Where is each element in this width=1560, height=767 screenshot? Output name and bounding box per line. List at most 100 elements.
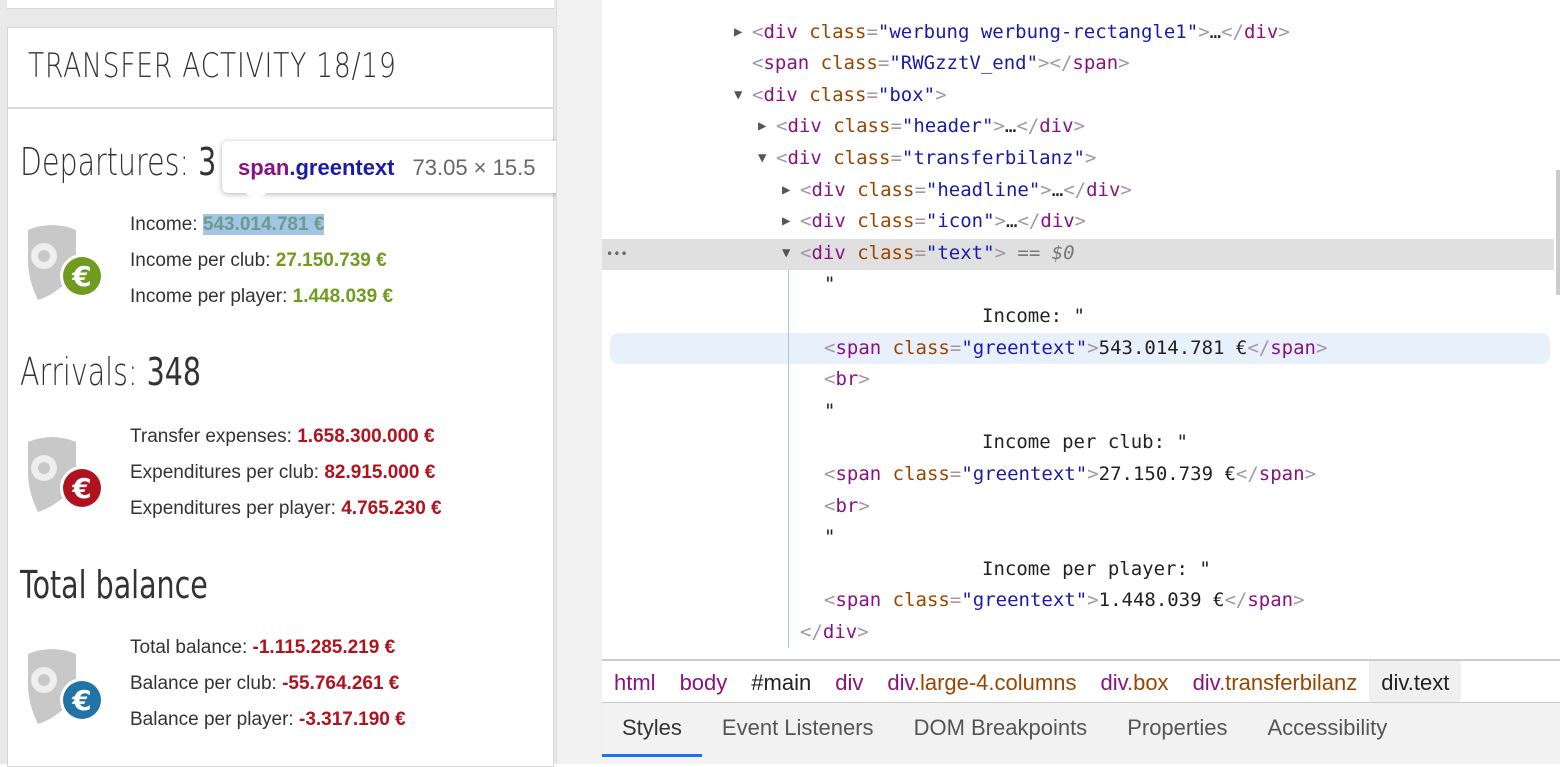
row-value: -1.115.285.219 € (252, 637, 396, 658)
row-value: 82.915.000 € (324, 462, 436, 483)
breadcrumb-item[interactable]: html (602, 661, 668, 702)
dom-node-line[interactable]: <span class="greentext">543.014.781 €</s… (824, 333, 1327, 363)
breadcrumb: html body #main div div.large-4.columns div.b… (602, 659, 1560, 703)
node-text: <div class="icon">…</div> (800, 210, 1087, 233)
dom-node-line[interactable]: Income per player: " (982, 554, 1211, 584)
row-value: 1.448.039 € (292, 286, 394, 307)
expand-triangle-icon[interactable]: ▶ (758, 111, 766, 141)
tab-styles[interactable]: Styles (602, 703, 702, 757)
node-text: <div class="box"> (752, 83, 947, 106)
departures-count: 3 (198, 140, 217, 184)
dom-node-line[interactable]: <br> (824, 364, 870, 394)
node-text: " (824, 273, 836, 296)
balance-stats: Total balance: -1.115.285.219 € Balance … (130, 630, 406, 738)
row-label: Total balance: (130, 637, 253, 658)
tab-properties[interactable]: Properties (1107, 703, 1247, 764)
node-text: <br> (824, 368, 870, 391)
tab-accessibility[interactable]: Accessibility (1247, 703, 1407, 764)
income-shield-icon: € (28, 225, 102, 300)
row-label: Income per player: (130, 286, 293, 307)
balance-per-player-row: Balance per player: -3.317.190 € (130, 702, 406, 738)
arrivals-label: Arrivals: (20, 350, 147, 394)
node-text: <span class="greentext">1.448.039 €</spa… (824, 589, 1305, 612)
dom-node-line[interactable]: ▶ <div class="header">…</div> (758, 111, 1085, 141)
selected-node-row[interactable] (602, 239, 1554, 270)
departures-stats: Income: 543.014.781 € Income per club: 2… (130, 207, 393, 315)
income-per-player-row: Income per player: 1.448.039 € (130, 279, 393, 315)
selected-node-marker: == $0 (1005, 241, 1075, 264)
node-text: <div class="text"> (800, 241, 1006, 264)
expenditures-per-player-row: Expenditures per player: 4.765.230 € (130, 491, 442, 527)
row-value: 1.658.300.000 € (297, 426, 435, 447)
row-label: Expenditures per club: (130, 462, 325, 483)
income-row: Income: 543.014.781 € (130, 207, 393, 243)
dom-node-line[interactable]: <span class="greentext">27.150.739 €</sp… (824, 459, 1316, 489)
dom-node-line[interactable]: Income: " (982, 301, 1085, 331)
expand-triangle-icon[interactable]: ▶ (782, 175, 790, 205)
row-value: -3.317.190 € (299, 709, 406, 730)
page-scroll-gutter (556, 0, 602, 764)
webpage-panel: TRANSFER ACTIVITY 18/19 Departures: 3 € … (0, 0, 592, 767)
node-text: Income per player: " (982, 557, 1211, 580)
breadcrumb-item[interactable]: body (668, 661, 740, 702)
dom-node-line[interactable]: " (824, 522, 835, 552)
svg-text:€: € (71, 472, 91, 505)
breadcrumb-item[interactable]: div.box (1088, 661, 1180, 702)
departures-headline: Departures: 3 (20, 140, 216, 184)
row-label: Balance per club: (130, 673, 283, 694)
income-value: 543.014.781 € (202, 214, 325, 235)
dom-node-line[interactable]: <span class="greentext">1.448.039 €</spa… (824, 585, 1305, 615)
node-text: <div class="headline">…</div> (800, 178, 1132, 201)
node-text: <div class="header">…</div> (776, 115, 1085, 138)
expand-triangle-icon[interactable]: ▶ (782, 206, 790, 236)
dom-node-line[interactable]: ▼ <div class="text"> == $0 (782, 238, 1075, 268)
transfer-expenses-row: Transfer expenses: 1.658.300.000 € (130, 419, 442, 455)
node-text: Income: " (982, 305, 1085, 327)
dom-node-line[interactable]: ▶ <div class="icon">…</div> (782, 206, 1087, 236)
tab-dom-breakpoints[interactable]: DOM Breakpoints (894, 703, 1108, 764)
breadcrumb-item[interactable]: div.large-4.columns (875, 661, 1088, 702)
breadcrumb-item[interactable]: div.transferbilanz (1181, 661, 1370, 702)
row-menu-ellipsis[interactable]: ••• (606, 239, 628, 269)
tooltip-dimensions: 73.05 × 15.5 (412, 155, 536, 180)
inspect-tooltip: span.greentext 73.05 × 15.5 (222, 141, 592, 203)
balance-shield-icon: € (28, 649, 102, 724)
row-label: Balance per player: (130, 709, 299, 730)
balance-per-club-row: Balance per club: -55.764.261 € (130, 666, 406, 702)
dom-node-line[interactable]: </div> (800, 617, 869, 647)
breadcrumb-item[interactable]: div (823, 661, 875, 702)
total-balance-row: Total balance: -1.115.285.219 € (130, 630, 406, 666)
expenditures-per-club-row: Expenditures per club: 82.915.000 € (130, 455, 442, 491)
node-text: " (824, 399, 836, 422)
dom-node-line[interactable]: Income per club: " (982, 427, 1188, 457)
expenses-shield-icon: € (28, 437, 102, 512)
dom-node-line[interactable]: ▼ <div class="box"> (734, 80, 947, 110)
row-label: Transfer expenses: (130, 426, 298, 447)
dom-node-line[interactable]: ▶ <div class="headline">…</div> (782, 175, 1132, 205)
departures-label: Departures: (20, 140, 199, 184)
breadcrumb-item[interactable]: #main (739, 661, 823, 702)
collapse-triangle-icon[interactable]: ▼ (758, 143, 766, 173)
expand-triangle-icon[interactable]: ▶ (734, 17, 742, 47)
breadcrumb-item[interactable]: div.text (1369, 661, 1462, 702)
dom-node-line[interactable]: <br> (824, 491, 870, 521)
dom-node-line[interactable]: " (824, 396, 835, 426)
row-label: Income per club: (130, 250, 276, 271)
node-text: <div class="werbung werbung-rectangle1">… (752, 20, 1290, 43)
tab-event-listeners[interactable]: Event Listeners (702, 703, 894, 764)
collapse-triangle-icon[interactable]: ▼ (734, 80, 742, 110)
dom-node-line[interactable]: ▼ <div class="transferbilanz"> (758, 143, 1096, 173)
node-text: <br> (824, 494, 870, 517)
row-label: Income: (130, 214, 203, 235)
arrivals-stats: Transfer expenses: 1.658.300.000 € Expen… (130, 419, 442, 527)
collapse-triangle-icon[interactable]: ▼ (782, 238, 790, 268)
node-text: </div> (800, 621, 869, 643)
dom-tree-scrollbar[interactable] (1556, 170, 1560, 295)
dom-node-line[interactable]: <span class="RWGzztV_end"></span> (752, 48, 1130, 78)
dom-node-line[interactable]: ▶ <div class="werbung werbung-rectangle1"… (734, 17, 1290, 47)
devtools-subtabs: Styles Event Listeners DOM Breakpoints Prop… (602, 703, 1560, 764)
row-value: -55.764.261 € (282, 673, 400, 694)
row-value: 27.150.739 € (275, 250, 387, 271)
balance-headline: Total balance (20, 563, 208, 607)
dom-node-line[interactable]: " (824, 269, 835, 299)
